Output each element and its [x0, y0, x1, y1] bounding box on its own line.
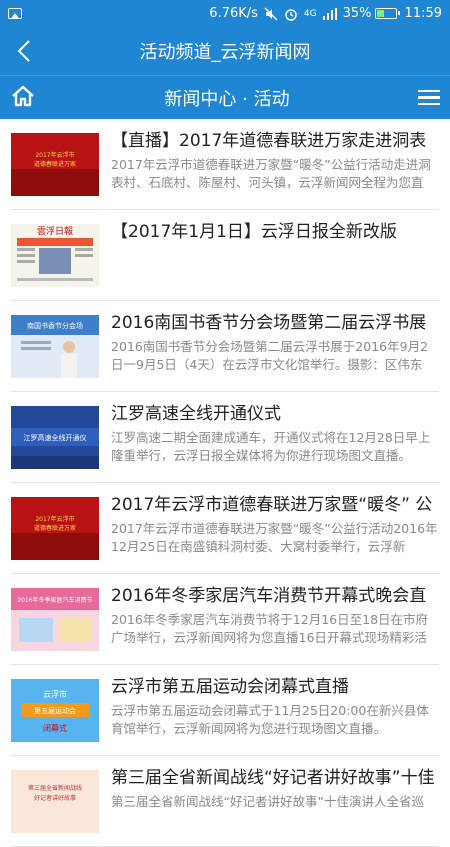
- back-button[interactable]: [0, 27, 48, 75]
- list-item[interactable]: 2016年冬季家居汽车消费节 2016年冬季家居汽车消费节开幕式晚会直 2016…: [11, 574, 439, 665]
- article-summary: 2016年冬季家居汽车消费节将于12月16日至18日在市府广场举行，云浮新闻网将…: [111, 612, 429, 645]
- list-item[interactable]: 雲浮日報 【2017年1月1日】云浮日报全新改版: [11, 210, 439, 301]
- thumbnail-image: 南国书香节分会场: [11, 315, 99, 378]
- article-summary: 第三届全省新闻战线“好记者讲好故事”十佳演讲人全省巡: [111, 794, 424, 809]
- svg-text:云浮市: 云浮市: [43, 689, 67, 699]
- article-summary: 江罗高速二期全面建成通车，开通仪式将在12月28日早上隆重举行，云浮日报全媒体将…: [111, 430, 431, 463]
- thumbnail-image: 雲浮日報: [11, 224, 99, 287]
- alarm-icon: [284, 7, 298, 21]
- svg-text:道德春联进万家: 道德春联进万家: [34, 160, 76, 168]
- list-item[interactable]: 2017年云浮市 道德春联进万家 【直播】2017年道德春联进万家走进洞表 201…: [11, 119, 439, 210]
- network-speed: 6.76K/s: [209, 6, 258, 21]
- svg-text:道德春联进万家: 道德春联进万家: [34, 524, 76, 532]
- mute-icon: [264, 6, 278, 21]
- section-title: 新闻中心 · 活动: [164, 88, 290, 110]
- article-title: 第三届全省新闻战线“好记者讲好故事”十佳: [111, 768, 435, 788]
- svg-text:好记者讲好故事: 好记者讲好故事: [34, 794, 76, 802]
- app-header: 活动频道_云浮新闻网: [0, 27, 450, 75]
- article-list: 2017年云浮市 道德春联进万家 【直播】2017年道德春联进万家走进洞表 201…: [0, 119, 450, 847]
- article-title: 2016年冬季家居汽车消费节开幕式晚会直: [111, 586, 427, 606]
- network-type: 4G: [303, 8, 317, 19]
- list-item[interactable]: 南国书香节分会场 2016南国书香节分会场暨第二届云浮书展 2016南国书香节分…: [11, 301, 439, 392]
- gallery-notification-icon: [8, 8, 22, 19]
- list-item[interactable]: 云浮市第五届运动会 闭幕式 云浮市第五届运动会闭幕式直播 云浮市第五届运动会闭幕式…: [11, 665, 439, 756]
- svg-text:第五届运动会: 第五届运动会: [34, 706, 76, 715]
- svg-text:雲浮日報: 雲浮日報: [37, 225, 73, 237]
- signal-icon: [322, 7, 337, 20]
- article-title: 2016南国书香节分会场暨第二届云浮书展: [111, 313, 427, 333]
- article-summary: 2017年云浮市道德春联进万家暨“暖冬”公益行活动2016年12月25日在南盛镇…: [111, 521, 438, 554]
- svg-text:南国书香节分会场: 南国书香节分会场: [27, 321, 83, 330]
- status-bar: 6.76K/s 4G 35% 11:59: [0, 0, 450, 27]
- svg-text:2016年冬季家居汽车消费节: 2016年冬季家居汽车消费节: [17, 596, 92, 604]
- list-item[interactable]: 2017年云浮市 道德春联进万家 2017年云浮市道德春联进万家暨“暖冬” 公 2…: [11, 483, 439, 574]
- page-title: 活动频道_云浮新闻网: [139, 42, 311, 63]
- article-title: 江罗高速全线开通仪式: [111, 404, 281, 424]
- svg-text:江罗高速全线开通仪: 江罗高速全线开通仪: [24, 433, 87, 442]
- clock: 11:59: [404, 6, 442, 21]
- home-icon: [12, 85, 34, 106]
- menu-icon[interactable]: [417, 89, 440, 106]
- article-title: 2017年云浮市道德春联进万家暨“暖冬” 公: [111, 495, 433, 515]
- article-title: 【直播】2017年道德春联进万家走进洞表: [111, 131, 427, 151]
- battery-icon: [374, 8, 400, 19]
- article-title: 云浮市第五届运动会闭幕式直播: [111, 677, 349, 697]
- thumbnail-image: 2017年云浮市 道德春联进万家: [11, 133, 99, 196]
- article-summary: 2016南国书香节分会场暨第二届云浮书展于2016年9月2日一9月5日（4天）在…: [111, 339, 429, 372]
- battery-level: 35%: [342, 6, 372, 21]
- svg-text:2017年云浮市: 2017年云浮市: [35, 151, 74, 159]
- svg-text:2017年云浮市: 2017年云浮市: [35, 515, 74, 523]
- list-item[interactable]: 第三届全省新闻战线 好记者讲好故事 第三届全省新闻战线“好记者讲好故事”十佳 第三…: [11, 756, 439, 847]
- back-arrow-icon: [17, 40, 30, 62]
- list-item[interactable]: 江罗高速全线开通仪 江罗高速全线开通仪式 江罗高速二期全面建成通车，开通仪式将在…: [11, 392, 439, 483]
- thumbnail-image: 2016年冬季家居汽车消费节: [11, 588, 99, 651]
- article-summary: 2017年云浮市道德春联进万家暨“暖冬”公益行活动走进洞表村、石底村、陈屋村、河…: [111, 157, 431, 190]
- svg-text:第三届全省新闻战线: 第三届全省新闻战线: [28, 784, 82, 792]
- thumbnail-image: 第三届全省新闻战线 好记者讲好故事: [11, 770, 99, 833]
- thumbnail-image: 云浮市第五届运动会 闭幕式: [11, 679, 99, 742]
- home-button[interactable]: [10, 84, 36, 112]
- svg-text:闭幕式: 闭幕式: [43, 723, 67, 733]
- article-summary: [111, 247, 439, 283]
- article-summary: 云浮市第五届运动会闭幕式于11月25日20:00在新兴县体育馆举行，云浮新闻网将…: [111, 703, 429, 736]
- thumbnail-image: 江罗高速全线开通仪: [11, 406, 99, 469]
- section-bar: 新闻中心 · 活动: [0, 75, 450, 119]
- thumbnail-image: 2017年云浮市 道德春联进万家: [11, 497, 99, 560]
- article-title: 【2017年1月1日】云浮日报全新改版: [111, 222, 397, 242]
